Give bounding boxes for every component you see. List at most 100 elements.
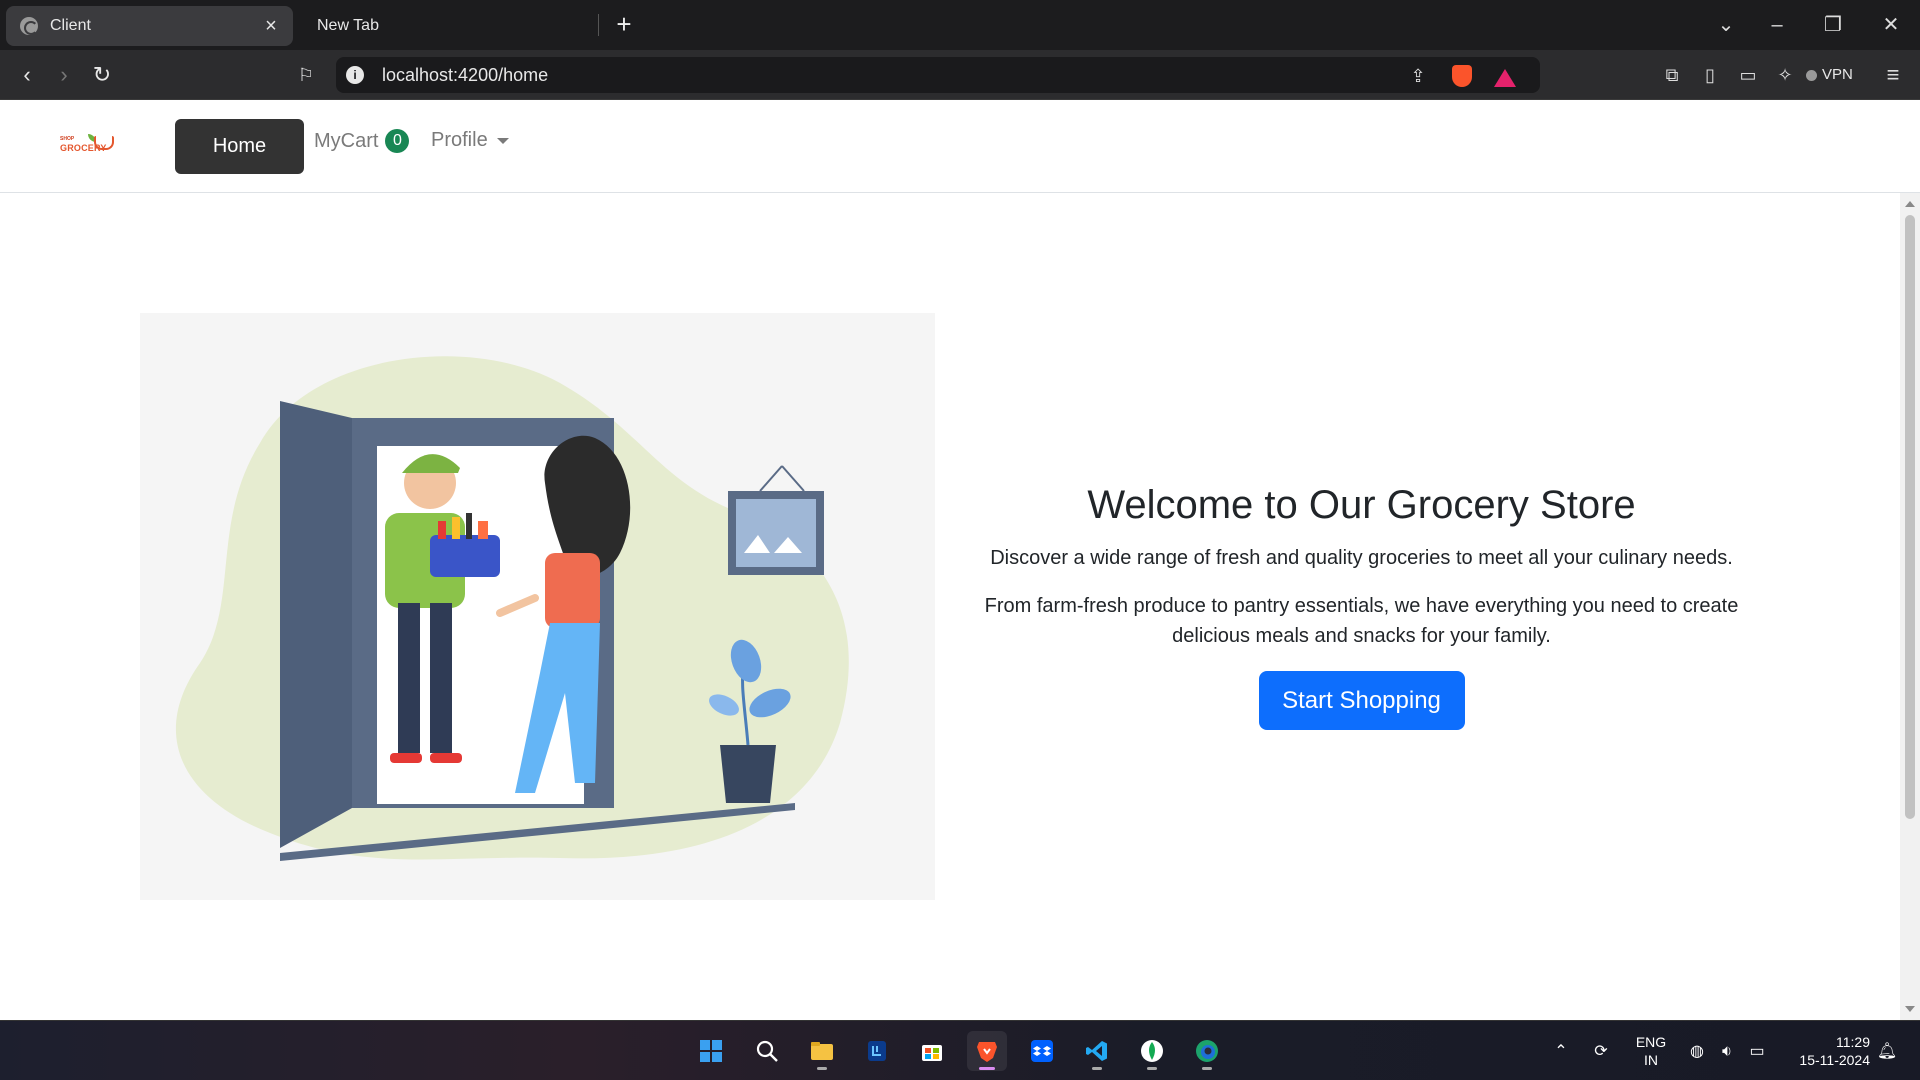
edge-icon (1196, 1040, 1218, 1062)
tab-divider (598, 14, 599, 36)
grocery-logo[interactable]: SHOP GROCERY (58, 134, 118, 158)
globe-icon (20, 17, 38, 35)
minimize-button[interactable]: – (1762, 10, 1792, 40)
leo-ai-icon[interactable]: ✧ (1770, 60, 1800, 90)
address-bar[interactable]: i localhost:4200/home ⇪ (336, 57, 1540, 93)
app-icon (868, 1041, 886, 1061)
url-text[interactable]: localhost:4200/home (382, 65, 548, 86)
delivery-illustration (140, 313, 935, 900)
taskbar-app-button[interactable] (857, 1031, 897, 1071)
hero-section: Welcome to Our Grocery Store Discover a … (960, 481, 1763, 730)
vscode-button[interactable] (1077, 1031, 1117, 1071)
edge-button[interactable] (1187, 1031, 1227, 1071)
wallet-icon[interactable]: ▭ (1733, 60, 1763, 90)
vpn-status-icon (1806, 69, 1817, 81)
notifications-bell-icon[interactable]: 🔔︎ (1876, 1041, 1898, 1063)
frame-string (781, 465, 805, 492)
battery-icon[interactable]: ▭ (1746, 1041, 1768, 1063)
picture-canvas (736, 499, 816, 567)
file-explorer-icon (811, 1042, 833, 1060)
clock-time: 11:29 (1836, 1034, 1870, 1050)
show-hidden-icons-chevron-icon[interactable]: ⌃ (1550, 1041, 1572, 1063)
woman-shirt (545, 553, 600, 628)
brave-rewards-icon[interactable] (1494, 69, 1516, 87)
cart-count-badge: 0 (385, 129, 410, 153)
logo-basket-icon (94, 136, 114, 150)
vpn-label: VPN (1822, 66, 1853, 83)
man-leg-right (430, 603, 452, 753)
close-tab-icon[interactable]: × (259, 14, 283, 38)
brave-icon (977, 1042, 997, 1062)
network-globe-icon[interactable]: ◍ (1686, 1041, 1708, 1063)
tab-title: New Tab (317, 17, 379, 34)
close-window-button[interactable]: ✕ (1876, 10, 1906, 40)
start-button[interactable] (691, 1031, 731, 1071)
delivery-illustration-svg (175, 356, 849, 861)
basket-item (438, 521, 446, 539)
site-info-icon[interactable]: i (346, 66, 364, 84)
tab-client[interactable]: Client × (6, 6, 293, 46)
sync-icon[interactable]: ⟳ (1590, 1041, 1612, 1063)
tab-title: Client (50, 17, 91, 34)
region-code: IN (1644, 1052, 1658, 1068)
man-shoe-right (430, 753, 462, 763)
page-scrollbar[interactable] (1900, 193, 1920, 1020)
language-indicator[interactable]: ENG IN (1626, 1033, 1676, 1069)
running-indicator (817, 1067, 827, 1070)
scroll-up-arrow-icon[interactable] (1905, 201, 1915, 207)
basket-item (478, 521, 488, 539)
brave-browser-button[interactable] (967, 1031, 1007, 1071)
home-button[interactable]: Home (175, 119, 304, 174)
tab-new-tab[interactable]: New Tab (300, 6, 600, 46)
basket-item (452, 517, 460, 539)
man-leg-left (398, 603, 420, 753)
active-indicator (979, 1067, 995, 1070)
menu-icon[interactable]: ≡ (1878, 60, 1908, 90)
mongodb-compass-button[interactable] (1132, 1031, 1172, 1071)
tab-search-chevron-icon[interactable]: ⌄ (1711, 10, 1741, 40)
sidebar-icon[interactable]: ▯ (1695, 60, 1725, 90)
back-button[interactable]: ‹ (12, 60, 42, 90)
man-shoe-left (390, 753, 422, 763)
profile-dropdown[interactable]: Profile (431, 129, 509, 152)
running-indicator (1092, 1067, 1102, 1070)
caret-down-icon (496, 137, 509, 144)
browser-tab-strip: Client × New Tab + ⌄ – ❐ ✕ (0, 0, 1920, 50)
windows-taskbar: ⌃ ⟳ ENG IN ◍ 🔉︎ ▭ 11:29 15-11-2024 🔔︎ (0, 1020, 1920, 1080)
start-shopping-button[interactable]: Start Shopping (1258, 671, 1465, 730)
plant-pot (720, 745, 776, 803)
scroll-thumb[interactable] (1905, 215, 1915, 819)
restore-button[interactable]: ❐ (1818, 10, 1848, 40)
language-code: ENG (1635, 1034, 1667, 1050)
running-indicator (1202, 1067, 1212, 1070)
volume-icon[interactable]: 🔉︎ (1716, 1041, 1738, 1063)
hero-title: Welcome to Our Grocery Store (1087, 483, 1636, 527)
microsoft-store-button[interactable] (912, 1031, 952, 1071)
scroll-down-arrow-icon[interactable] (1905, 1006, 1915, 1012)
hero-lead: Discover a wide range of fresh and quali… (990, 547, 1733, 569)
taskbar-search-button[interactable] (747, 1031, 787, 1071)
vscode-icon (1086, 1041, 1107, 1061)
dropbox-button[interactable] (1022, 1031, 1062, 1071)
new-tab-button[interactable]: + (610, 10, 638, 38)
reload-button[interactable]: ↻ (87, 60, 117, 90)
search-icon (756, 1040, 778, 1062)
vpn-button[interactable]: VPN (1806, 62, 1853, 88)
clock[interactable]: 11:29 15-11-2024 (1778, 1033, 1870, 1069)
store-icon (922, 1045, 942, 1061)
forward-button[interactable]: › (49, 60, 79, 90)
mycart-label: MyCart (314, 129, 379, 152)
grocery-basket (430, 535, 500, 577)
extensions-icon[interactable]: ⧉ (1657, 60, 1687, 90)
bookmark-icon[interactable]: ⚐ (291, 60, 321, 90)
mongodb-compass-icon (1141, 1040, 1163, 1062)
running-indicator (1147, 1067, 1157, 1070)
profile-label: Profile (431, 129, 488, 151)
mycart-link[interactable]: MyCart 0 (314, 129, 410, 153)
brave-shields-icon[interactable] (1452, 65, 1472, 87)
share-icon[interactable]: ⇪ (1406, 64, 1430, 88)
hero-body: From farm-fresh produce to pantry essent… (984, 595, 1739, 647)
frame-string (759, 465, 783, 492)
logo-top-text: SHOP (60, 136, 75, 142)
file-explorer-button[interactable] (802, 1031, 842, 1071)
